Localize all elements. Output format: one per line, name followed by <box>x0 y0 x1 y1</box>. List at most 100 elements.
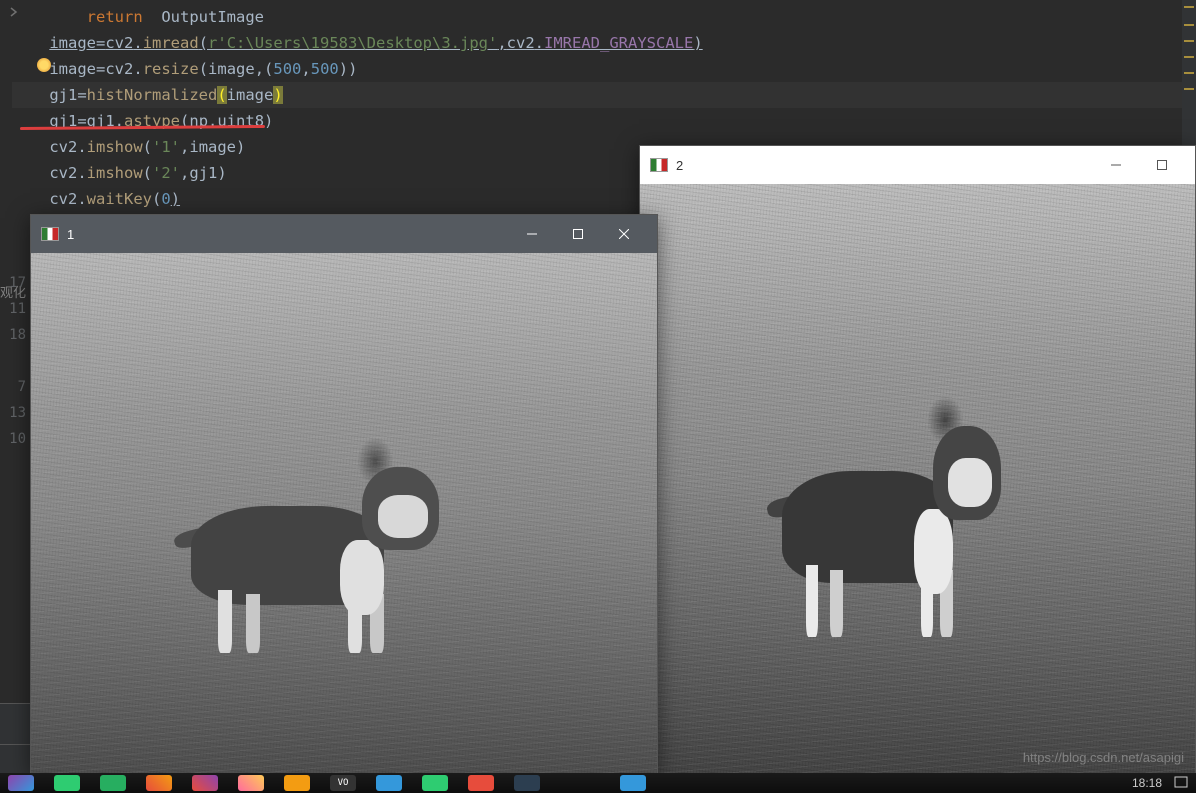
code-line[interactable]: return OutputImage <box>12 4 1196 30</box>
code-token: cv2 <box>507 34 535 52</box>
code-token <box>12 86 49 104</box>
code-token: . <box>77 190 86 208</box>
code-token: histNormalized <box>87 86 218 104</box>
taskbar[interactable]: VO 18:18 <box>0 773 1196 793</box>
code-token: cv2 <box>49 190 77 208</box>
code-token: cv2 <box>49 138 77 156</box>
code-token: , <box>497 34 506 52</box>
code-line[interactable]: image=cv2.resize(image,(500,500)) <box>12 56 1196 82</box>
code-token: , <box>180 164 189 182</box>
code-token: ) <box>264 112 273 130</box>
gutter-number <box>0 348 28 374</box>
taskbar-app[interactable] <box>146 775 172 791</box>
window-title-2: 2 <box>676 158 1093 173</box>
code-token: image <box>49 34 96 52</box>
image-window-1[interactable]: 1 <box>30 214 658 773</box>
gutter-number: 17 <box>0 270 28 296</box>
code-token: ) <box>273 86 282 104</box>
code-token: waitKey <box>87 190 152 208</box>
code-line[interactable]: image=cv2.imread(r'C:\Users\19583\Deskto… <box>12 30 1196 56</box>
taskbar-app[interactable] <box>192 775 218 791</box>
code-token: ( <box>143 138 152 156</box>
taskbar-app[interactable]: VO <box>330 775 356 791</box>
taskbar-time[interactable]: 18:18 <box>1132 776 1162 790</box>
code-token: image <box>49 60 96 78</box>
code-token: return <box>87 8 143 26</box>
code-token <box>12 34 49 52</box>
window-icon <box>41 227 59 241</box>
code-token: gj1 <box>189 164 217 182</box>
code-token <box>143 8 162 26</box>
maximize-button[interactable] <box>1139 146 1185 184</box>
taskbar-app[interactable] <box>422 775 448 791</box>
code-token: 500 <box>273 60 301 78</box>
code-token: IMREAD_GRAYSCALE <box>544 34 693 52</box>
code-line[interactable]: gj1=gj1.astype(np.uint8) <box>12 108 1196 134</box>
taskbar-app[interactable] <box>468 775 494 791</box>
window-icon <box>650 158 668 172</box>
gutter-number: 10 <box>0 426 28 452</box>
minimize-button[interactable] <box>509 215 555 253</box>
code-token: . <box>77 138 86 156</box>
gutter-number: 11 <box>0 296 28 322</box>
code-token: ) <box>171 190 180 208</box>
code-token: '1' <box>152 138 180 156</box>
code-token: ) <box>217 164 226 182</box>
code-token: . <box>535 34 544 52</box>
maximize-button[interactable] <box>555 215 601 253</box>
code-token: r'C:\Users\19583\Desktop\3.jpg' <box>208 34 497 52</box>
code-token: , <box>301 60 310 78</box>
titlebar-2[interactable]: 2 <box>640 146 1195 184</box>
code-token: 500 <box>311 60 339 78</box>
taskbar-app[interactable] <box>284 775 310 791</box>
code-token: resize <box>143 60 199 78</box>
code-token: ( <box>217 86 226 104</box>
code-token: = <box>77 86 86 104</box>
code-token: image <box>189 138 236 156</box>
minimize-button[interactable] <box>1093 146 1139 184</box>
code-token: imread <box>143 34 199 52</box>
taskbar-app[interactable] <box>620 775 646 791</box>
code-token: = <box>96 34 105 52</box>
code-token <box>12 190 49 208</box>
titlebar-1[interactable]: 1 <box>31 215 657 253</box>
watermark: https://blog.csdn.net/asapigi <box>1023 750 1184 765</box>
code-token: ( <box>199 60 208 78</box>
code-line[interactable]: gj1=histNormalized(image) <box>12 82 1196 108</box>
code-token: , <box>180 138 189 156</box>
code-token: cv2 <box>49 164 77 182</box>
gutter-number: 13 <box>0 400 28 426</box>
code-token: '2' <box>152 164 180 182</box>
taskbar-app[interactable] <box>376 775 402 791</box>
image-content-2 <box>640 184 1195 774</box>
taskbar-app[interactable] <box>54 775 80 791</box>
taskbar-app[interactable] <box>514 775 540 791</box>
code-token <box>12 60 49 78</box>
gutter-number: 18 <box>0 322 28 348</box>
code-token: . <box>133 60 142 78</box>
code-token: . <box>133 34 142 52</box>
notification-icon[interactable] <box>1174 776 1188 791</box>
window-title-1: 1 <box>67 227 509 242</box>
code-token: image <box>227 86 274 104</box>
taskbar-app[interactable] <box>100 775 126 791</box>
code-token: imshow <box>87 164 143 182</box>
code-token: )) <box>339 60 358 78</box>
code-token <box>12 138 49 156</box>
code-token: imshow <box>87 138 143 156</box>
close-button[interactable] <box>601 215 647 253</box>
taskbar-app[interactable] <box>238 775 264 791</box>
image-window-2[interactable]: 2 <box>639 145 1196 773</box>
code-token: ( <box>152 190 161 208</box>
code-token: cv2 <box>105 60 133 78</box>
code-token <box>12 8 87 26</box>
taskbar-app[interactable] <box>8 775 34 791</box>
code-token <box>12 164 49 182</box>
gutter-number: 7 <box>0 374 28 400</box>
line-gutter: 171118 71310 <box>0 270 28 452</box>
code-token: 0 <box>161 190 170 208</box>
code-token: , <box>255 60 264 78</box>
code-token: gj1 <box>49 86 77 104</box>
code-token: . <box>77 164 86 182</box>
code-token: ( <box>199 34 208 52</box>
